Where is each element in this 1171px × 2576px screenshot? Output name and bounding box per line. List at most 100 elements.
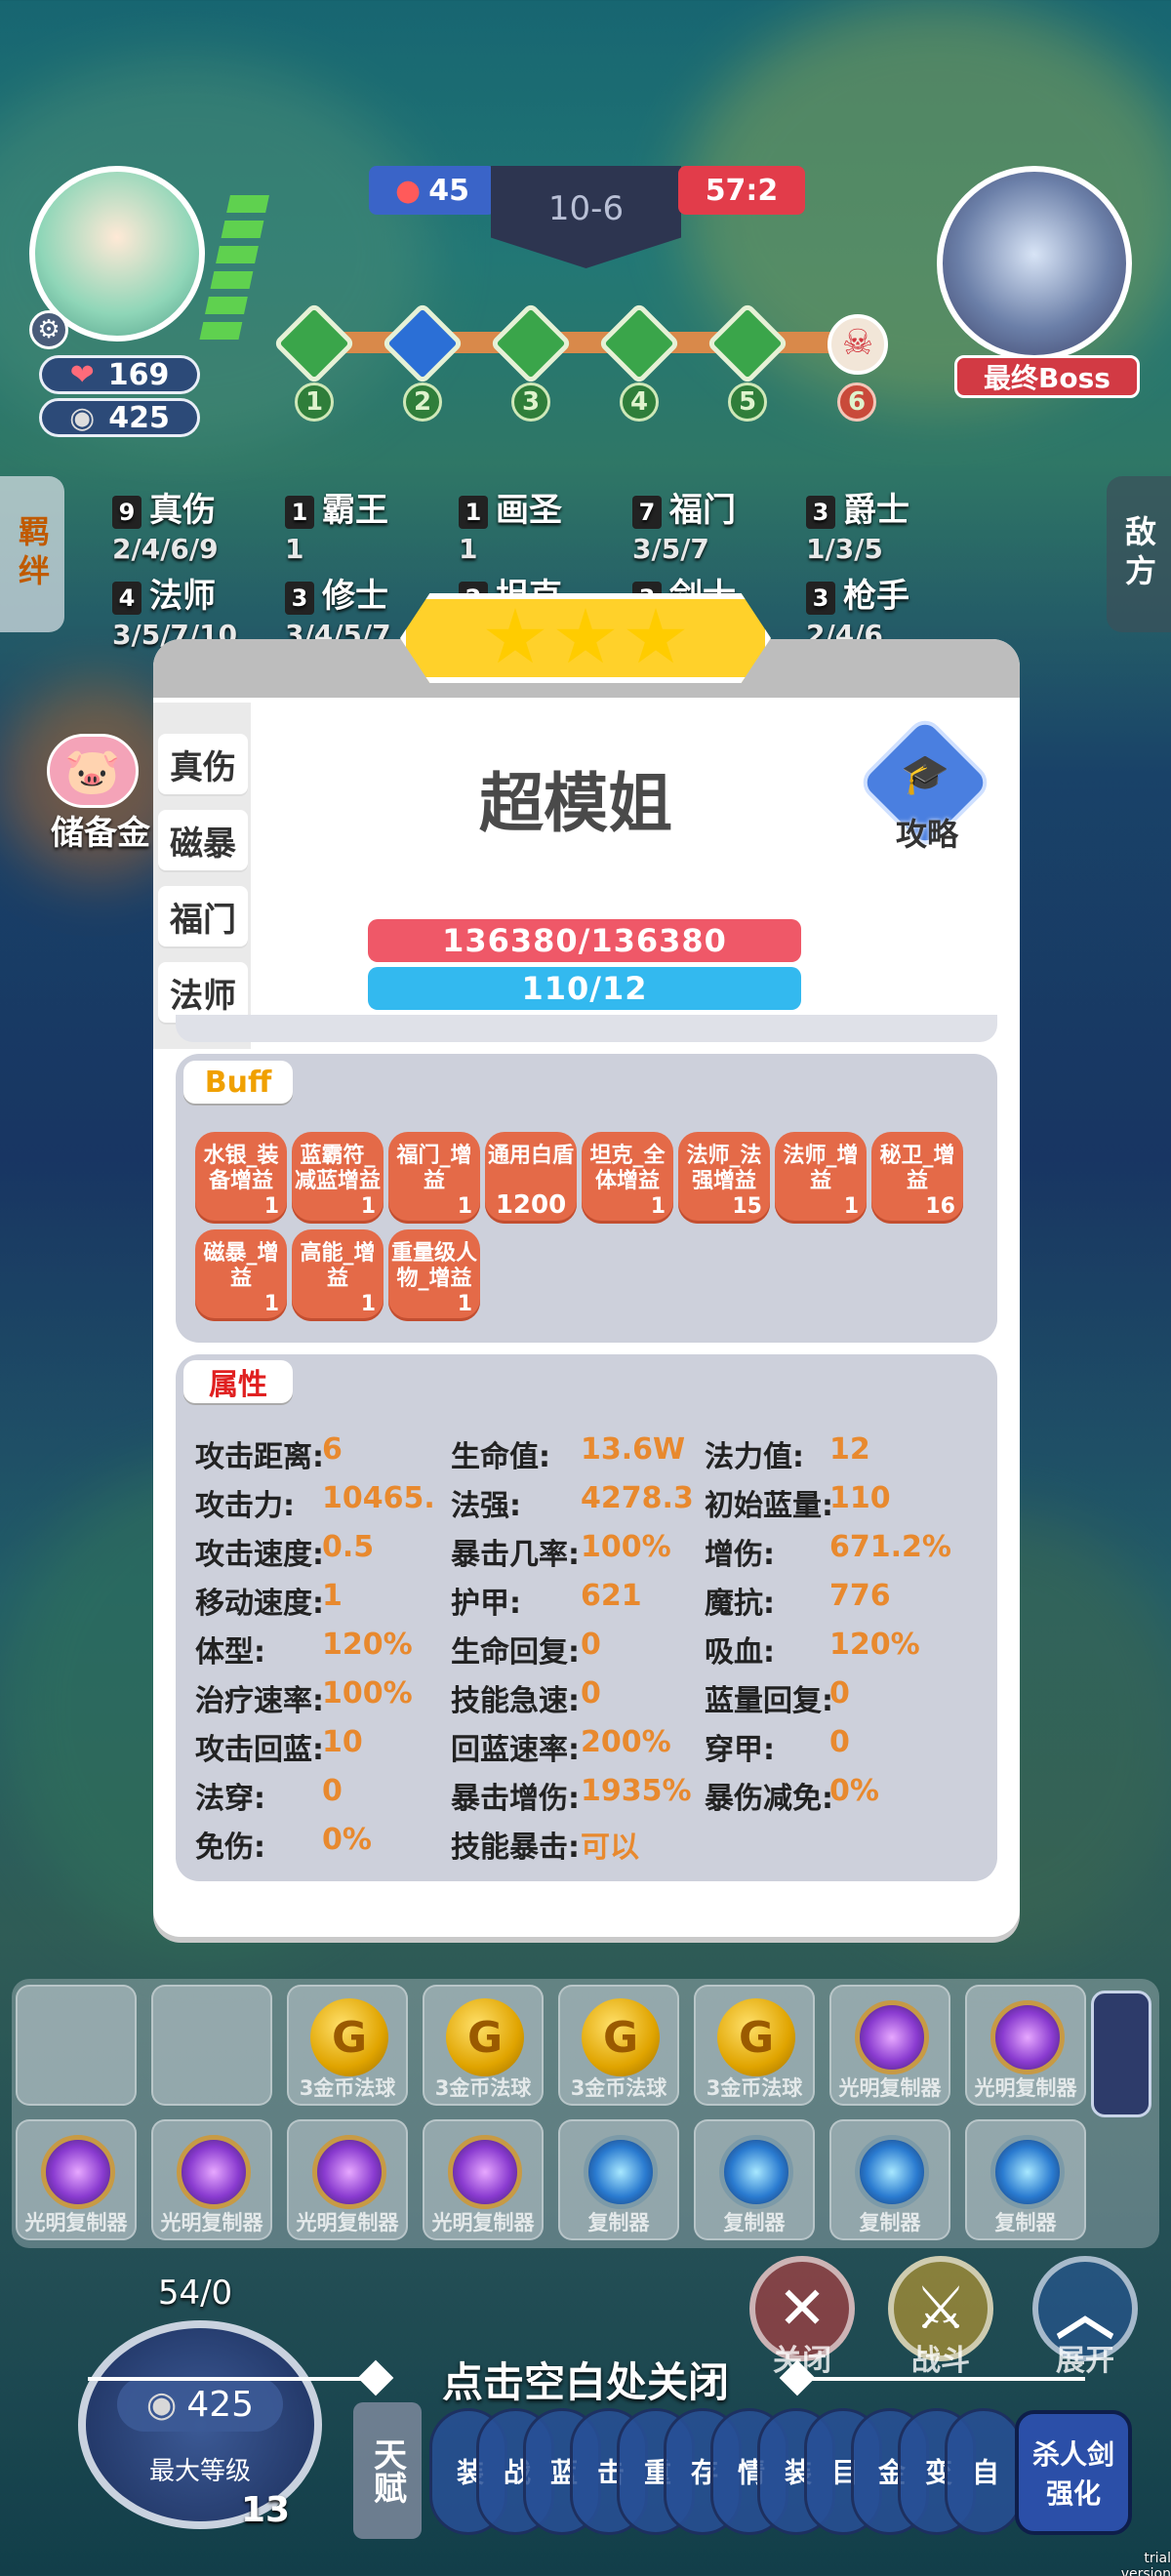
attribute-label: 初始蓝量: <box>705 1489 833 1523</box>
buff-count: 1 <box>263 1194 279 1219</box>
stage-track <box>293 332 878 353</box>
bench-slot[interactable]: 光明复制器 <box>287 2119 408 2240</box>
buff-item[interactable]: 磁暴_增益 1 <box>195 1229 287 1321</box>
trait-tiers: 1/3/5 <box>806 533 883 565</box>
attribute-value: 12 <box>829 1432 870 1467</box>
player-gold: 425 <box>108 400 170 435</box>
bench-scrollbar[interactable] <box>1091 1991 1151 2117</box>
bench-slot[interactable]: G 3金币法球 <box>423 1985 544 2106</box>
attribute-value: 621 <box>581 1579 642 1613</box>
tab-enemy[interactable]: 敌方 <box>1107 476 1171 632</box>
kill-sword-button[interactable]: 杀人剑强化 <box>1015 2410 1132 2535</box>
gold-orb-icon: G <box>717 1998 795 2076</box>
fight-label[interactable]: 战斗 <box>890 2336 991 2379</box>
boss-avatar[interactable] <box>937 166 1132 361</box>
gear-icon[interactable]: ⚙ <box>29 310 68 349</box>
skull-icon: ☠ <box>828 314 888 375</box>
trait-name: 真伤 <box>149 491 216 530</box>
bench-item-label: 光明复制器 <box>431 2211 535 2234</box>
attribute-value: 6 <box>322 1432 343 1467</box>
bench-slot[interactable]: 复制器 <box>965 2119 1086 2240</box>
gold-orb-icon: G <box>446 1998 524 2076</box>
attribute-value: 可以 <box>581 1831 639 1865</box>
bench-item-label: 3金币法球 <box>706 2076 803 2100</box>
trait-name: 法师 <box>149 577 216 616</box>
buff-item[interactable]: 坦克_全体增益 1 <box>582 1132 673 1224</box>
buff-item[interactable]: 重量级人物_增益 1 <box>388 1229 480 1321</box>
bench-slot[interactable]: 光明复制器 <box>965 1985 1086 2106</box>
bench-item-label: 复制器 <box>587 2211 650 2234</box>
bench-item-label: 光明复制器 <box>296 2211 399 2234</box>
bench-slot[interactable]: G 3金币法球 <box>558 1985 679 2106</box>
stage-label: 10-6 <box>547 189 625 228</box>
team-score: ● 45 <box>369 166 496 215</box>
bench-slot[interactable]: 光明复制器 <box>151 2119 272 2240</box>
buff-item[interactable]: 法师_增益 1 <box>775 1132 867 1224</box>
buff-item[interactable]: 蓝霸符_减蓝增益 1 <box>292 1132 384 1224</box>
star-icon <box>556 608 615 664</box>
bench-slot[interactable]: 光明复制器 <box>423 2119 544 2240</box>
buff-item[interactable]: 通用白盾 1200 <box>485 1132 577 1224</box>
player-hp: 169 <box>107 357 170 392</box>
expand-label[interactable]: 展开 <box>1034 2336 1136 2379</box>
duplicator-icon <box>719 2135 793 2209</box>
bench-slot[interactable]: G 3金币法球 <box>287 1985 408 2106</box>
buff-item[interactable]: 秘卫_增益 16 <box>871 1132 963 1224</box>
light-duplicator-icon <box>448 2135 522 2209</box>
buff-count: 16 <box>925 1194 955 1219</box>
buff-name: 蓝霸符_减蓝增益 <box>294 1144 381 1193</box>
attribute-label: 魔抗: <box>705 1587 775 1621</box>
trait-name: 爵士 <box>843 491 909 530</box>
talent-chip[interactable]: 自 <box>945 2408 1023 2535</box>
bench-slot[interactable]: 光明复制器 <box>16 2119 137 2240</box>
trait-count: 4 <box>112 581 141 615</box>
bench-slot[interactable]: 复制器 <box>829 2119 950 2240</box>
hint-line-left <box>88 2377 381 2381</box>
attribute-value: 776 <box>829 1579 891 1613</box>
buff-name: 坦克_全体增益 <box>589 1144 666 1193</box>
attribute-label: 暴伤减免: <box>705 1782 833 1816</box>
buff-item[interactable]: 法师_法强增益 15 <box>678 1132 770 1224</box>
trait-name: 修士 <box>322 577 388 616</box>
buff-title: Buff <box>183 1061 293 1104</box>
bench-slot[interactable]: 复制器 <box>694 2119 815 2240</box>
trait-name: 霸王 <box>322 491 388 530</box>
piggy-bank-icon[interactable]: 🐷 <box>47 734 139 808</box>
bench-slot[interactable] <box>151 1985 272 2106</box>
buff-name: 高能_增益 <box>300 1241 376 1291</box>
level-gold-value: 425 <box>186 2384 255 2425</box>
talent-tab[interactable]: 天赋 <box>353 2402 422 2539</box>
coin-icon: ◉ <box>145 2384 178 2425</box>
trait-huasheng: 1 画圣 1 <box>459 483 562 565</box>
tab-synergy[interactable]: 羁绊 <box>0 476 64 632</box>
bench-item-label: 3金币法球 <box>299 2076 396 2100</box>
bench-item-label: 光明复制器 <box>838 2076 942 2100</box>
team-score-value: 45 <box>428 173 469 208</box>
attribute-label: 免伤: <box>195 1831 265 1865</box>
bench-slot[interactable]: 光明复制器 <box>829 1985 950 2106</box>
buff-item[interactable]: 水银_装备增益 1 <box>195 1132 287 1224</box>
trait-count: 3 <box>285 581 314 615</box>
buff-name: 秘卫_增益 <box>879 1144 955 1193</box>
trait-tiers: 3/5/7 <box>632 533 709 565</box>
buff-count: 1 <box>263 1292 279 1316</box>
buff-name: 重量级人物_增益 <box>390 1241 477 1291</box>
mana-bar: 110/12 <box>368 967 801 1010</box>
buff-item[interactable]: 高能_增益 1 <box>292 1229 384 1321</box>
unit-tag-3: 福门 <box>158 886 248 946</box>
buff-item[interactable]: 福门_增益 1 <box>388 1132 480 1224</box>
level-gold: ◉ 425 <box>117 2377 283 2432</box>
strategy-label[interactable]: 攻略 <box>868 810 986 855</box>
max-level-label: 最大等级 <box>148 2457 251 2486</box>
bench-slot[interactable]: G 3金币法球 <box>694 1985 815 2106</box>
bench-slot[interactable] <box>16 1985 137 2106</box>
buff-name: 福门_增益 <box>396 1144 472 1193</box>
bench-slot[interactable]: 复制器 <box>558 2119 679 2240</box>
stage-num-5: 5 <box>728 382 767 422</box>
watermark: trial version <box>1120 2551 1171 2576</box>
stage-num-3: 3 <box>511 382 550 422</box>
attribute-label: 护甲: <box>451 1587 521 1621</box>
graduation-cap-icon: 🎓 <box>901 752 949 797</box>
buff-name: 通用白盾 <box>487 1144 574 1168</box>
stage-num-6: 6 <box>837 382 876 422</box>
